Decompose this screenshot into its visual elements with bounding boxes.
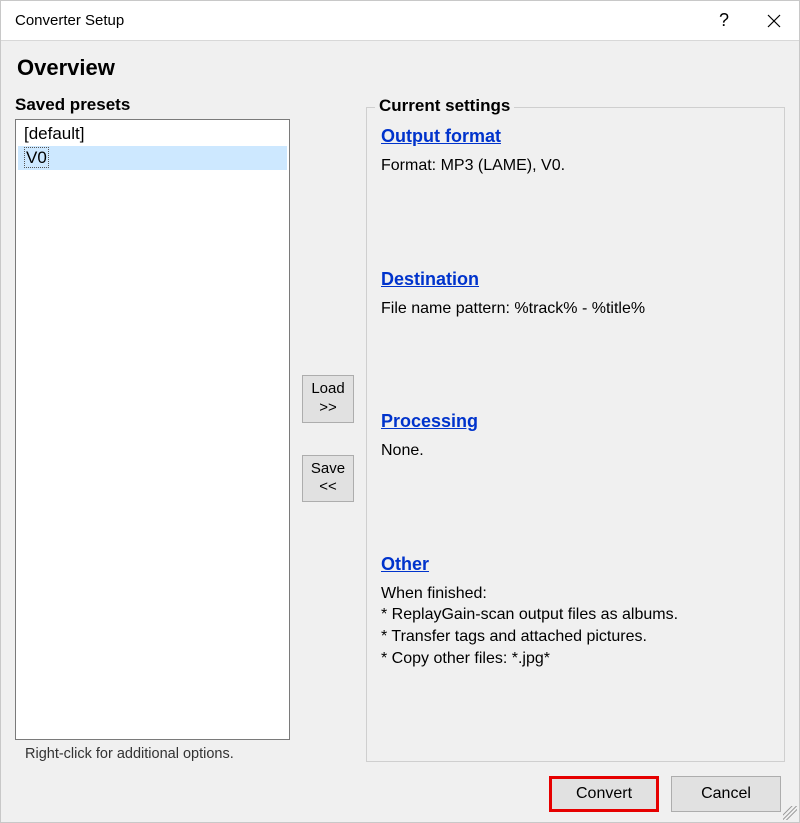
load-save-column: Load >> Save <<	[298, 95, 358, 762]
saved-presets-panel: Saved presets [default] V0 Right-click f…	[15, 95, 290, 762]
other-line: * ReplayGain-scan output files as albums…	[381, 604, 770, 626]
output-format-value: Format: MP3 (LAME), V0.	[381, 155, 770, 177]
other-link[interactable]: Other	[381, 554, 429, 575]
list-item-label: [default]	[24, 124, 85, 143]
presets-hint: Right-click for additional options.	[15, 746, 290, 762]
saved-presets-listbox[interactable]: [default] V0	[15, 119, 290, 740]
close-button[interactable]	[749, 1, 799, 40]
titlebar: Converter Setup ?	[1, 1, 799, 41]
chevron-left-icon: <<	[303, 478, 353, 497]
processing-link[interactable]: Processing	[381, 411, 478, 432]
window-title: Converter Setup	[15, 12, 124, 29]
help-icon: ?	[719, 10, 729, 31]
destination-link[interactable]: Destination	[381, 269, 479, 290]
other-line: * Transfer tags and attached pictures.	[381, 626, 770, 648]
main-columns: Saved presets [default] V0 Right-click f…	[15, 95, 785, 762]
chevron-right-icon: >>	[303, 399, 353, 418]
converter-setup-dialog: Converter Setup ? Overview Saved presets…	[0, 0, 800, 823]
load-preset-button[interactable]: Load >>	[302, 375, 354, 423]
saved-presets-heading: Saved presets	[15, 95, 290, 115]
titlebar-controls: ?	[699, 1, 799, 40]
load-button-line1: Load	[303, 380, 353, 399]
list-item[interactable]: V0	[18, 146, 287, 170]
close-icon	[767, 14, 781, 28]
other-section: Other When finished: * ReplayGain-scan o…	[381, 554, 770, 669]
other-line: When finished:	[381, 583, 770, 605]
list-item-label: V0	[24, 147, 49, 168]
dialog-body: Overview Saved presets [default] V0 Righ…	[1, 41, 799, 822]
current-settings-panel: Current settings Output format Format: M…	[366, 95, 785, 762]
save-preset-button[interactable]: Save <<	[302, 455, 354, 503]
output-format-link[interactable]: Output format	[381, 126, 501, 147]
output-format-section: Output format Format: MP3 (LAME), V0.	[381, 126, 770, 177]
processing-value: None.	[381, 440, 770, 462]
convert-button[interactable]: Convert	[549, 776, 659, 812]
other-line: * Copy other files: *.jpg*	[381, 648, 770, 670]
dialog-button-row: Convert Cancel	[15, 762, 785, 812]
list-item[interactable]: [default]	[18, 122, 287, 146]
processing-section: Processing None.	[381, 411, 770, 462]
cancel-button[interactable]: Cancel	[671, 776, 781, 812]
save-button-line1: Save	[303, 460, 353, 479]
resize-grip-icon[interactable]	[783, 806, 797, 820]
help-button[interactable]: ?	[699, 1, 749, 40]
current-settings-fieldset: Current settings Output format Format: M…	[366, 107, 785, 762]
destination-value: File name pattern: %track% - %title%	[381, 298, 770, 320]
destination-section: Destination File name pattern: %track% -…	[381, 269, 770, 320]
page-title: Overview	[17, 55, 785, 81]
other-text: When finished: * ReplayGain-scan output …	[381, 583, 770, 669]
current-settings-heading: Current settings	[375, 96, 514, 116]
